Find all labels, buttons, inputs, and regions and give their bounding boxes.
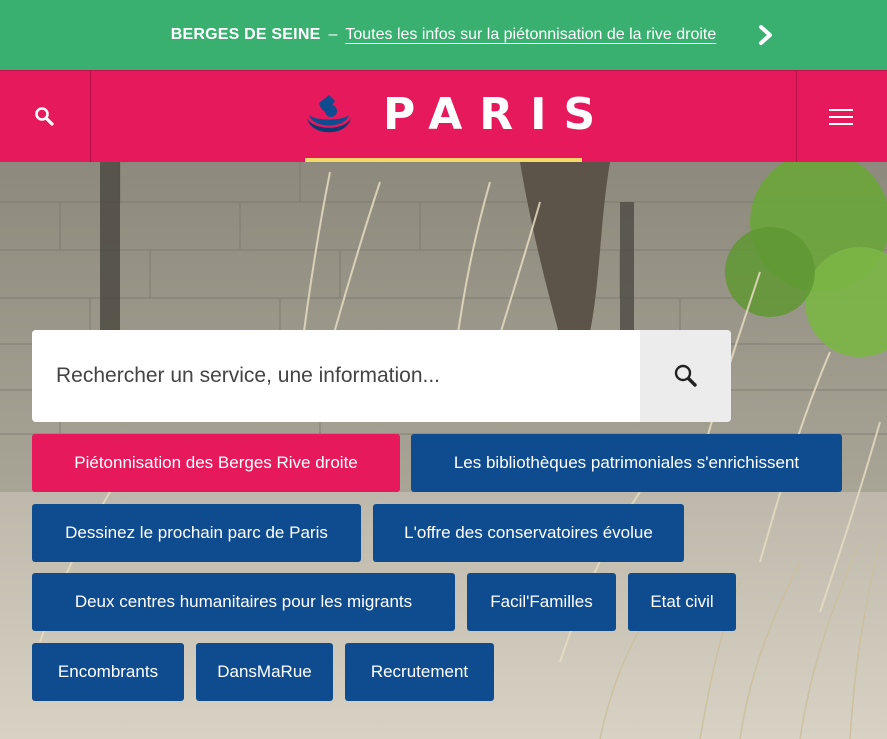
banner-separator: – (328, 26, 338, 43)
paris-logo[interactable]: PARIS (305, 91, 595, 163)
announcement-banner: BERGES DE SEINE – Toutes les infos sur l… (0, 0, 887, 70)
banner-link[interactable]: Toutes les infos sur la piétonnisation d… (345, 26, 716, 44)
site-header: PARIS (0, 70, 887, 163)
quick-link-parc[interactable]: Dessinez le prochain parc de Paris (32, 504, 361, 562)
logo-text: PARIS (383, 89, 613, 140)
search-icon (674, 364, 697, 387)
search-icon (35, 107, 54, 126)
search-submit-button[interactable] (640, 330, 731, 422)
quick-link-dansmarue[interactable]: DansMaRue (196, 643, 333, 701)
quick-link-centres-humanitaires[interactable]: Deux centres humanitaires pour les migra… (32, 573, 455, 631)
quick-link-label: Recrutement (370, 662, 469, 681)
quick-link-label: Deux centres humanitaires pour les migra… (74, 592, 413, 611)
quick-link-label: Dessinez le prochain parc de Paris (65, 523, 328, 542)
quick-link-label: Facil'Familles (490, 592, 593, 611)
banner-title: BERGES DE SEINE (170, 26, 321, 43)
quick-link-label: Etat civil (650, 592, 714, 611)
header-search-button[interactable] (0, 71, 91, 163)
quick-link-label: Piétonnisation des Berges Rive droite (74, 453, 358, 472)
hamburger-menu-icon (829, 109, 853, 125)
quick-link-conservatoires[interactable]: L'offre des conservatoires évolue (373, 504, 684, 562)
quick-link-label: Les bibliothèques patrimoniales s'enrich… (453, 453, 800, 472)
quick-link-recrutement[interactable]: Recrutement (345, 643, 494, 701)
quick-link-facil-familles[interactable]: Facil'Familles (467, 573, 616, 631)
paris-emblem-icon (307, 95, 351, 133)
quick-link-label: Encombrants (57, 662, 159, 681)
quick-link-pietonnisation[interactable]: Piétonnisation des Berges Rive droite (32, 434, 400, 492)
hero-image: Piétonnisation des Berges Rive droite Le… (0, 162, 887, 739)
quick-link-bibliotheques[interactable]: Les bibliothèques patrimoniales s'enrich… (411, 434, 842, 492)
quick-link-label: L'offre des conservatoires évolue (404, 523, 653, 542)
quick-link-etat-civil[interactable]: Etat civil (628, 573, 736, 631)
quick-link-label: DansMaRue (217, 662, 312, 681)
chevron-right-icon[interactable] (756, 24, 776, 46)
main-search (32, 330, 731, 422)
search-input[interactable] (32, 330, 640, 422)
header-menu-button[interactable] (796, 71, 887, 163)
quick-link-encombrants[interactable]: Encombrants (32, 643, 184, 701)
